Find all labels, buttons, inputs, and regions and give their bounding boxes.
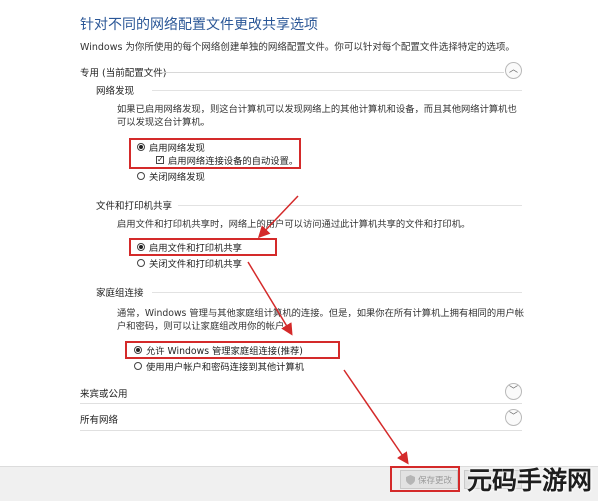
page-description: Windows 为你所使用的每个网络创建单独的网络配置文件。你可以针对每个配置文… — [80, 42, 515, 53]
radio-unselected-icon — [134, 362, 142, 370]
radio-network-discovery-on[interactable]: 启用网络发现 — [137, 140, 205, 154]
file-printer-heading: 文件和打印机共享 — [96, 201, 173, 212]
guest-section-header[interactable]: 来宾或公用 ﹀ — [80, 383, 522, 403]
all-networks-section-header[interactable]: 所有网络 ﹀ — [80, 409, 522, 429]
section-divider — [160, 72, 504, 73]
guest-section-label: 来宾或公用 — [80, 389, 128, 400]
radio-label: 允许 Windows 管理家庭组连接(推荐) — [146, 346, 303, 357]
highlight-box-save — [390, 466, 460, 492]
radio-unselected-icon — [137, 172, 145, 180]
chevron-down-icon[interactable]: ﹀ — [505, 409, 522, 426]
checkbox-label: 启用网络连接设备的自动设置。 — [168, 156, 299, 167]
radio-homegroup-account[interactable]: 使用用户帐户和密码连接到其他计算机 — [134, 359, 304, 373]
page-title: 针对不同的网络配置文件更改共享选项 — [80, 17, 318, 33]
radio-label: 关闭网络发现 — [149, 172, 205, 183]
checkbox-auto-setup[interactable]: ✓ 启用网络连接设备的自动设置。 — [156, 153, 298, 167]
radio-unselected-icon — [137, 259, 145, 267]
homegroup-text-1: 通常，Windows 管理与其他家庭组计算机的连接。但是，如果你在所有计算机上拥… — [117, 308, 525, 319]
radio-label: 关闭文件和打印机共享 — [149, 259, 242, 270]
radio-network-discovery-off[interactable]: 关闭网络发现 — [137, 169, 205, 183]
radio-selected-icon — [134, 346, 142, 354]
site-watermark: 元码手游网 — [466, 466, 592, 495]
radio-selected-icon — [137, 243, 145, 251]
subsection-divider — [152, 292, 522, 293]
section-divider — [80, 403, 522, 404]
radio-label: 启用文件和打印机共享 — [149, 243, 242, 254]
subsection-divider — [152, 90, 522, 91]
radio-file-printer-on[interactable]: 启用文件和打印机共享 — [137, 240, 242, 254]
homegroup-heading: 家庭组连接 — [96, 288, 144, 299]
homegroup-text-2: 户和密码，则可以让家庭组改用你的帐户。 — [117, 321, 294, 332]
network-discovery-text-2: 可以发现这台计算机。 — [117, 117, 210, 128]
network-discovery-heading: 网络发现 — [96, 86, 135, 97]
file-printer-text: 启用文件和打印机共享时，网络上的用户可以访问通过此计算机共享的文件和打印机。 — [117, 219, 471, 230]
radio-label: 启用网络发现 — [149, 143, 205, 154]
chevron-down-icon[interactable]: ﹀ — [505, 383, 522, 400]
private-section-label: 专用 (当前配置文件) — [80, 68, 167, 79]
radio-label: 使用用户帐户和密码连接到其他计算机 — [146, 362, 305, 373]
subsection-divider — [178, 205, 522, 206]
section-divider — [80, 430, 522, 431]
chevron-up-icon[interactable]: ︿ — [505, 62, 522, 79]
network-discovery-text-1: 如果已启用网络发现，则这台计算机可以发现网络上的其他计算机和设备，而且其他网络计… — [117, 104, 517, 115]
radio-file-printer-off[interactable]: 关闭文件和打印机共享 — [137, 256, 242, 270]
checkmark-icon: ✓ — [156, 155, 164, 164]
all-networks-label: 所有网络 — [80, 415, 119, 426]
radio-selected-icon — [137, 143, 145, 151]
private-section-header[interactable]: 专用 (当前配置文件) ︿ — [80, 62, 522, 82]
radio-homegroup-windows[interactable]: 允许 Windows 管理家庭组连接(推荐) — [134, 343, 303, 357]
